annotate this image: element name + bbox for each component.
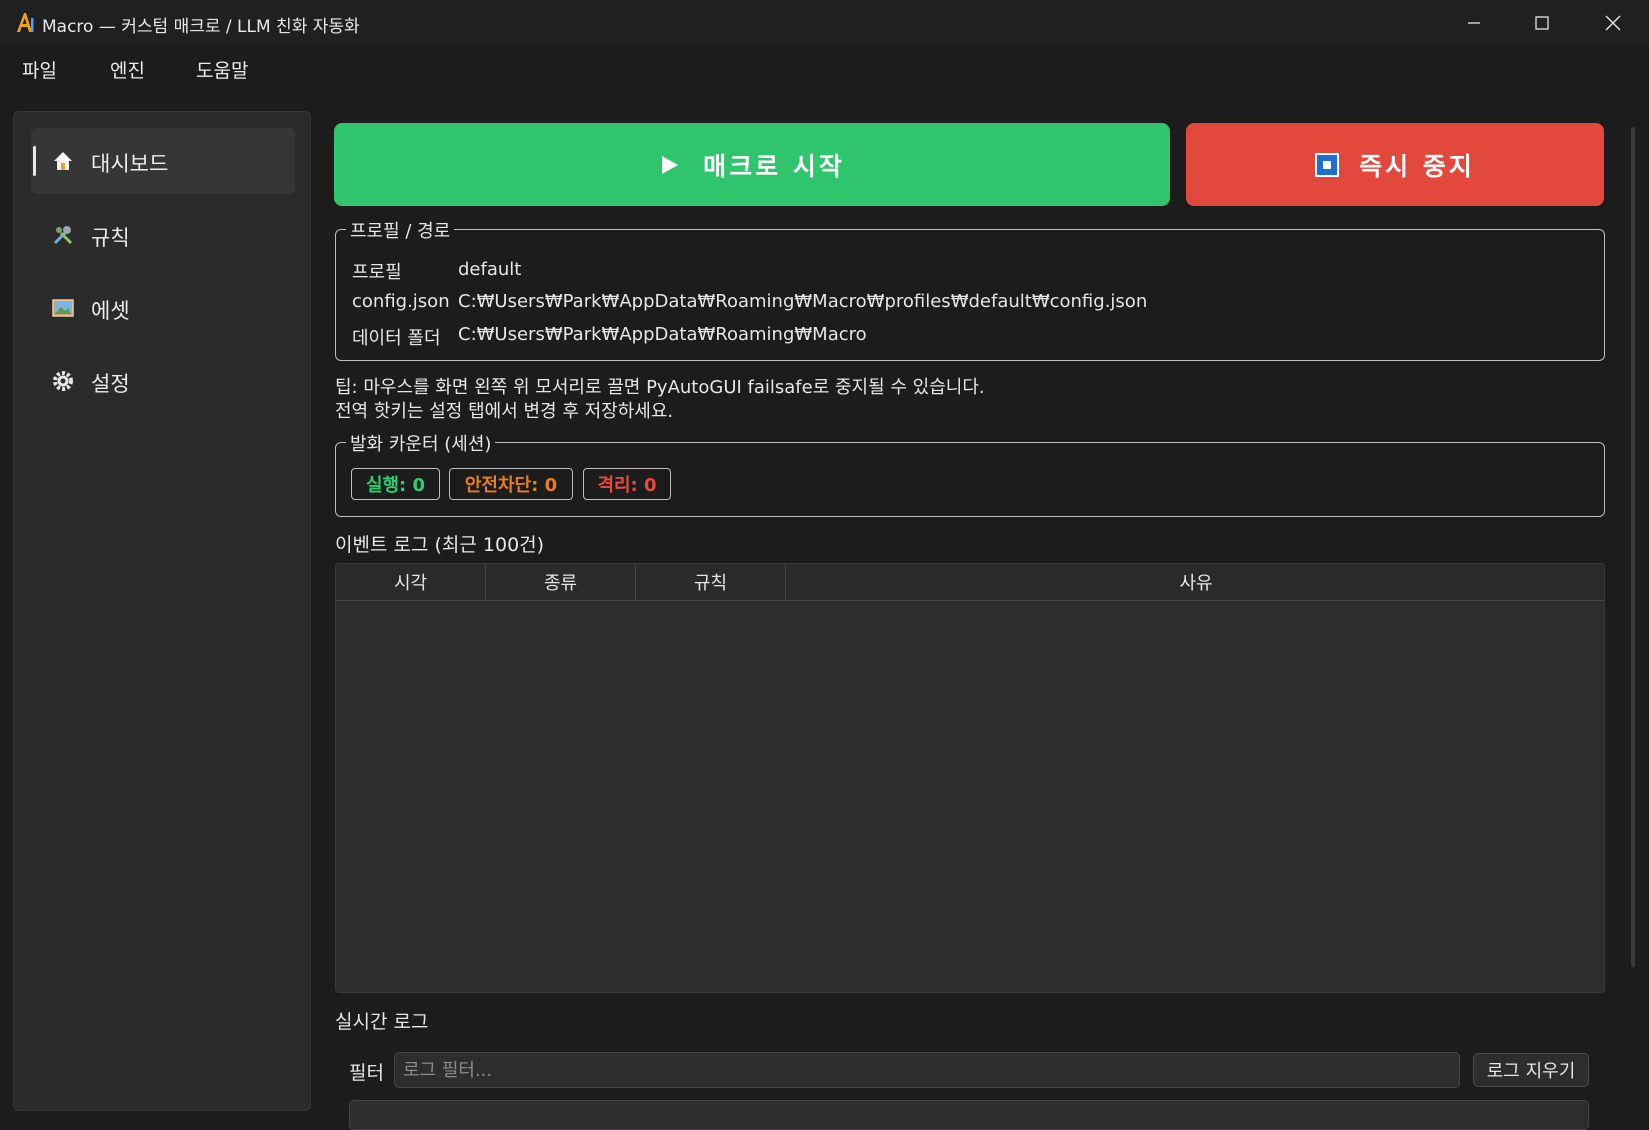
minimize-button[interactable]	[1442, 0, 1506, 46]
menu-engine[interactable]: 엔진	[110, 56, 145, 83]
title-bar[interactable]: Macro — 커스텀 매크로 / LLM 친화 자동화	[0, 0, 1649, 46]
sidebar: 대시보드 규칙 에셋 설정	[13, 111, 311, 1111]
close-icon	[1605, 15, 1621, 31]
config-json-key: config.json	[352, 291, 450, 312]
filter-label: 필터	[349, 1062, 384, 1084]
table-header: 시각 종류 규칙 사유	[336, 564, 1604, 601]
tools-icon	[53, 226, 73, 245]
maximize-icon	[1535, 16, 1549, 30]
log-filter-input[interactable]	[394, 1052, 1460, 1088]
group-title: 발화 카운터 (세션)	[346, 430, 496, 456]
data-folder-value: C:₩Users₩Park₩AppData₩Roaming₩Macro	[458, 324, 867, 345]
column-header-reason[interactable]: 사유	[786, 564, 1604, 600]
profile-value: default	[458, 259, 522, 280]
sidebar-item-assets[interactable]: 에셋	[31, 275, 295, 341]
gear-icon	[53, 371, 73, 391]
safety-block-count-badge: 안전차단: 0	[449, 468, 573, 500]
profile-path-group: 프로필 / 경로 프로필 default config.json C:₩User…	[335, 217, 1605, 361]
menu-help[interactable]: 도움말	[196, 56, 248, 83]
stop-now-label: 즉시 중지	[1359, 151, 1475, 181]
event-log-table[interactable]: 시각 종류 규칙 사유	[335, 563, 1605, 993]
menu-file[interactable]: 파일	[22, 56, 57, 83]
sidebar-item-label: 에셋	[91, 299, 130, 323]
sidebar-item-dashboard[interactable]: 대시보드	[31, 128, 295, 194]
tip-failsafe: 팁: 마우스를 화면 왼쪽 위 모서리로 끌면 PyAutoGUI failsa…	[335, 377, 985, 398]
data-folder-key: 데이터 폴더	[352, 328, 441, 349]
group-title: 프로필 / 경로	[346, 217, 455, 243]
clear-log-button[interactable]: 로그 지우기	[1473, 1053, 1589, 1087]
live-log-title: 실시간 로그	[335, 1011, 429, 1033]
close-button[interactable]	[1581, 0, 1645, 46]
quarantine-count-badge: 격리: 0	[583, 468, 671, 500]
home-icon	[54, 152, 72, 170]
tip-hotkey: 전역 핫키는 설정 탭에서 변경 후 저장하세요.	[335, 401, 674, 422]
live-log-output[interactable]	[349, 1100, 1589, 1130]
config-json-value: C:₩Users₩Park₩AppData₩Roaming₩Macro₩prof…	[458, 291, 1148, 312]
column-header-type[interactable]: 종류	[486, 564, 636, 600]
stop-now-button[interactable]: 즉시 중지	[1186, 123, 1604, 206]
column-header-rule[interactable]: 규칙	[636, 564, 786, 600]
sidebar-item-settings[interactable]: 설정	[31, 348, 295, 414]
start-macro-label: 매크로 시작	[703, 151, 845, 181]
profile-key: 프로필	[352, 262, 402, 283]
sidebar-item-label: 설정	[91, 372, 130, 396]
scrollbar[interactable]	[1631, 127, 1635, 967]
minimize-icon	[1468, 22, 1480, 24]
stop-icon	[1315, 152, 1340, 177]
image-icon	[52, 299, 74, 317]
play-icon	[662, 155, 679, 174]
event-log-title: 이벤트 로그 (최근 100건)	[335, 534, 545, 556]
sidebar-item-label: 대시보드	[91, 152, 169, 176]
app-logo-icon	[17, 13, 34, 32]
start-macro-button[interactable]: 매크로 시작	[334, 123, 1170, 206]
maximize-button[interactable]	[1510, 0, 1574, 46]
column-header-time[interactable]: 시각	[336, 564, 486, 600]
menu-bar: 파일 엔진 도움말	[0, 46, 1649, 92]
trigger-counter-group: 발화 카운터 (세션) 실행: 0 안전차단: 0 격리: 0	[335, 430, 1605, 517]
sidebar-item-rules[interactable]: 규칙	[31, 202, 295, 268]
sidebar-item-label: 규칙	[91, 226, 130, 250]
run-count-badge: 실행: 0	[351, 468, 440, 500]
window-title: Macro — 커스텀 매크로 / LLM 친화 자동화	[42, 17, 360, 37]
